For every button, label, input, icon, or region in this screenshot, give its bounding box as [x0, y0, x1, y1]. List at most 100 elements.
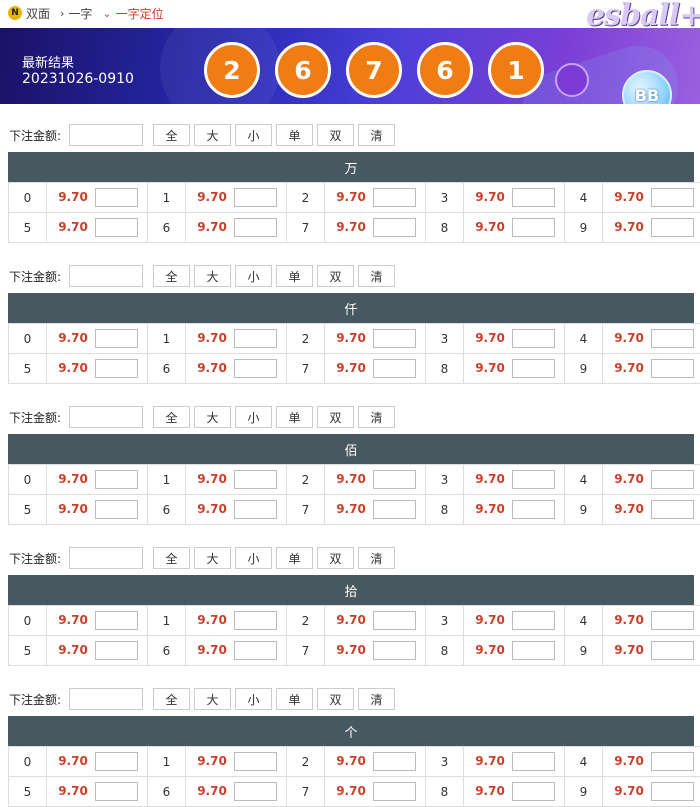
odds-value: 9.70	[607, 361, 651, 375]
quick-select-button[interactable]: 单	[276, 265, 313, 287]
quick-select-button[interactable]: 大	[194, 547, 231, 569]
odds-cell: 9.70	[186, 354, 287, 384]
odds-bet-input[interactable]	[512, 470, 555, 489]
odds-bet-input[interactable]	[95, 359, 138, 378]
odds-bet-input[interactable]	[95, 782, 138, 801]
odds-bet-input[interactable]	[234, 359, 277, 378]
quick-select-button[interactable]: 全	[153, 688, 190, 710]
odds-bet-input[interactable]	[234, 641, 277, 660]
odds-bet-input[interactable]	[95, 470, 138, 489]
odds-bet-input[interactable]	[95, 500, 138, 519]
odds-bet-input[interactable]	[234, 470, 277, 489]
odds-bet-input[interactable]	[512, 188, 555, 207]
quick-select-button[interactable]: 大	[194, 406, 231, 428]
quick-select-button[interactable]: 单	[276, 406, 313, 428]
odds-bet-input[interactable]	[373, 752, 416, 771]
quick-select-button[interactable]: 双	[317, 406, 354, 428]
odds-bet-input[interactable]	[512, 611, 555, 630]
bet-amount-input[interactable]	[69, 124, 143, 146]
quick-select-button[interactable]: 清	[358, 124, 395, 146]
odds-bet-input[interactable]	[373, 188, 416, 207]
odds-bet-input[interactable]	[234, 188, 277, 207]
odds-bet-input[interactable]	[95, 329, 138, 348]
odds-bet-input[interactable]	[95, 641, 138, 660]
quick-select-button[interactable]: 单	[276, 547, 313, 569]
nav-item-yizi[interactable]: › 一字	[60, 5, 92, 22]
odds-bet-input[interactable]	[512, 329, 555, 348]
quick-select-button[interactable]: 双	[317, 547, 354, 569]
quick-select-button[interactable]: 大	[194, 124, 231, 146]
odds-bet-input[interactable]	[651, 188, 694, 207]
odds-bet-input[interactable]	[651, 329, 694, 348]
digit-cell: 4	[565, 183, 603, 213]
odds-bet-input[interactable]	[95, 188, 138, 207]
odds-value: 9.70	[51, 220, 95, 234]
quick-select-button[interactable]: 清	[358, 688, 395, 710]
quick-select-button[interactable]: 单	[276, 124, 313, 146]
quick-select-button[interactable]: 全	[153, 265, 190, 287]
odds-bet-input[interactable]	[651, 470, 694, 489]
bet-amount-input[interactable]	[69, 547, 143, 569]
odds-bet-input[interactable]	[651, 782, 694, 801]
bet-controls: 下注金额:全大小单双清	[8, 684, 694, 714]
odds-bet-input[interactable]	[373, 470, 416, 489]
odds-bet-input[interactable]	[651, 752, 694, 771]
bet-amount-input[interactable]	[69, 688, 143, 710]
odds-bet-input[interactable]	[651, 641, 694, 660]
odds-bet-input[interactable]	[651, 359, 694, 378]
quick-select-button[interactable]: 清	[358, 265, 395, 287]
quick-select-button[interactable]: 清	[358, 547, 395, 569]
bet-section: 下注金额:全大小单双清仟09.7019.7029.7039.7049.7059.…	[8, 261, 694, 384]
odds-bet-input[interactable]	[512, 500, 555, 519]
odds-bet-input[interactable]	[373, 782, 416, 801]
quick-select-button[interactable]: 单	[276, 688, 313, 710]
quick-select-button[interactable]: 小	[235, 265, 272, 287]
quick-select-button[interactable]: 全	[153, 406, 190, 428]
odds-bet-input[interactable]	[95, 218, 138, 237]
odds-bet-input[interactable]	[95, 611, 138, 630]
nav-item-yizi-dingwei[interactable]: ⌄ 一字定位	[102, 5, 163, 22]
odds-bet-input[interactable]	[234, 218, 277, 237]
quick-select-button[interactable]: 大	[194, 265, 231, 287]
odds-bet-input[interactable]	[373, 500, 416, 519]
digit-cell: 5	[9, 213, 47, 243]
odds-bet-input[interactable]	[512, 782, 555, 801]
quick-select-button[interactable]: 大	[194, 688, 231, 710]
result-ball: 1	[488, 42, 544, 98]
quick-select-button[interactable]: 双	[317, 124, 354, 146]
quick-select-button[interactable]: 全	[153, 547, 190, 569]
odds-value: 9.70	[51, 472, 95, 486]
odds-table: 09.7019.7029.7039.7049.7059.7069.7079.70…	[8, 746, 700, 807]
bet-amount-input[interactable]	[69, 265, 143, 287]
odds-bet-input[interactable]	[651, 500, 694, 519]
quick-select-button[interactable]: 全	[153, 124, 190, 146]
odds-bet-input[interactable]	[234, 329, 277, 348]
quick-select-button[interactable]: 小	[235, 406, 272, 428]
result-balls: 2 6 7 6 1	[204, 42, 559, 98]
odds-bet-input[interactable]	[373, 359, 416, 378]
quick-select-button[interactable]: 双	[317, 688, 354, 710]
odds-bet-input[interactable]	[234, 782, 277, 801]
digit-cell: 4	[565, 747, 603, 777]
odds-bet-input[interactable]	[373, 641, 416, 660]
odds-bet-input[interactable]	[651, 611, 694, 630]
odds-bet-input[interactable]	[234, 611, 277, 630]
odds-bet-input[interactable]	[512, 752, 555, 771]
odds-bet-input[interactable]	[234, 500, 277, 519]
quick-select-button[interactable]: 清	[358, 406, 395, 428]
odds-bet-input[interactable]	[95, 752, 138, 771]
quick-select-button[interactable]: 双	[317, 265, 354, 287]
quick-select-button[interactable]: 小	[235, 547, 272, 569]
odds-bet-input[interactable]	[651, 218, 694, 237]
odds-bet-input[interactable]	[373, 218, 416, 237]
odds-bet-input[interactable]	[373, 611, 416, 630]
quick-select-button[interactable]: 小	[235, 124, 272, 146]
odds-bet-input[interactable]	[373, 329, 416, 348]
odds-bet-input[interactable]	[234, 752, 277, 771]
nav-item-shuangmian[interactable]: 双面	[26, 5, 50, 22]
odds-bet-input[interactable]	[512, 641, 555, 660]
odds-bet-input[interactable]	[512, 218, 555, 237]
quick-select-button[interactable]: 小	[235, 688, 272, 710]
odds-bet-input[interactable]	[512, 359, 555, 378]
bet-amount-input[interactable]	[69, 406, 143, 428]
